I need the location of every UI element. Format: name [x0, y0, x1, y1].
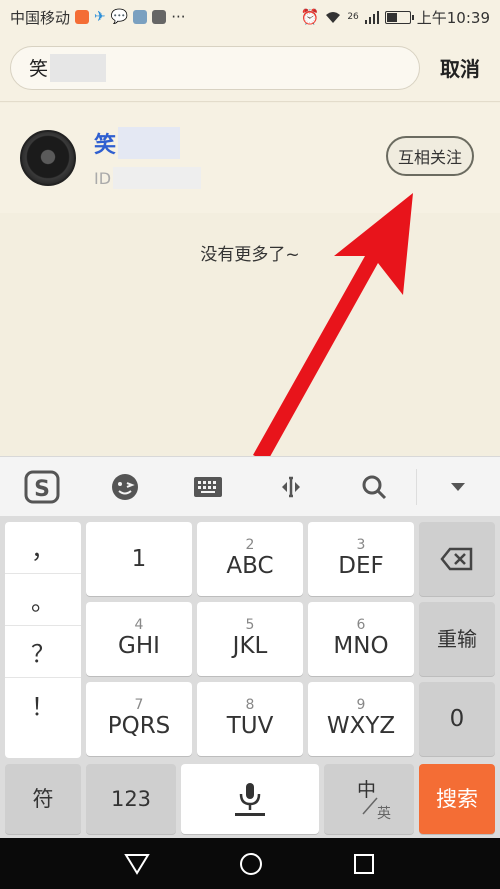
punct-key-comma[interactable]: ， [5, 522, 81, 574]
key-1[interactable]: 1 [86, 522, 192, 596]
key-jkl[interactable]: 5 JKL [197, 602, 303, 676]
language-switch-button[interactable]: 中 英 [324, 764, 414, 834]
microphone-icon [235, 783, 265, 816]
punct-key-exclaim[interactable]: ！ [5, 678, 81, 730]
punct-key-period[interactable]: 。 [5, 574, 81, 626]
backspace-icon [440, 547, 473, 571]
keyboard-toolbar: S [0, 456, 500, 516]
key-0[interactable]: 0 [419, 682, 495, 756]
search-submit-button[interactable]: 搜索 [419, 764, 495, 834]
navigation-bar [0, 838, 500, 889]
cursor-move-icon[interactable] [250, 457, 333, 517]
recent-apps-icon[interactable] [352, 852, 376, 876]
emoji-icon[interactable] [83, 457, 166, 517]
reenter-button[interactable]: 重输 [419, 602, 495, 676]
punctuation-list[interactable]: ， 。 ？ ！ [5, 522, 81, 758]
key-tuv[interactable]: 8 TUV [197, 682, 303, 756]
punct-key-question[interactable]: ？ [5, 626, 81, 678]
svg-text:英: 英 [377, 805, 391, 822]
home-icon[interactable] [238, 851, 264, 877]
key-pqrs[interactable]: 7 PQRS [86, 682, 192, 756]
zh-en-switch: 中 英 [357, 779, 391, 822]
search-icon[interactable] [333, 457, 416, 517]
key-mno[interactable]: 6 MNO [308, 602, 414, 676]
backspace-button[interactable] [419, 522, 495, 596]
svg-text:中: 中 [357, 779, 376, 801]
symbol-button[interactable]: 符 [5, 764, 81, 834]
back-icon[interactable] [124, 853, 150, 875]
key-abc[interactable]: 2 ABC [197, 522, 303, 596]
sogou-logo-icon[interactable]: S [0, 457, 83, 517]
keyboard: ， 。 ？ ！ 1 2 ABC 3 DEF 4 GHI 5 JKL 6 MNO … [0, 516, 500, 838]
key-wxyz[interactable]: 9 WXYZ [308, 682, 414, 756]
collapse-keyboard-icon[interactable] [417, 457, 500, 517]
number-mode-button[interactable]: 123 [86, 764, 176, 834]
keyboard-layout-icon[interactable] [166, 457, 249, 517]
key-def[interactable]: 3 DEF [308, 522, 414, 596]
key-ghi[interactable]: 4 GHI [86, 602, 192, 676]
svg-text:S: S [34, 477, 50, 502]
voice-input-button[interactable] [181, 764, 319, 834]
